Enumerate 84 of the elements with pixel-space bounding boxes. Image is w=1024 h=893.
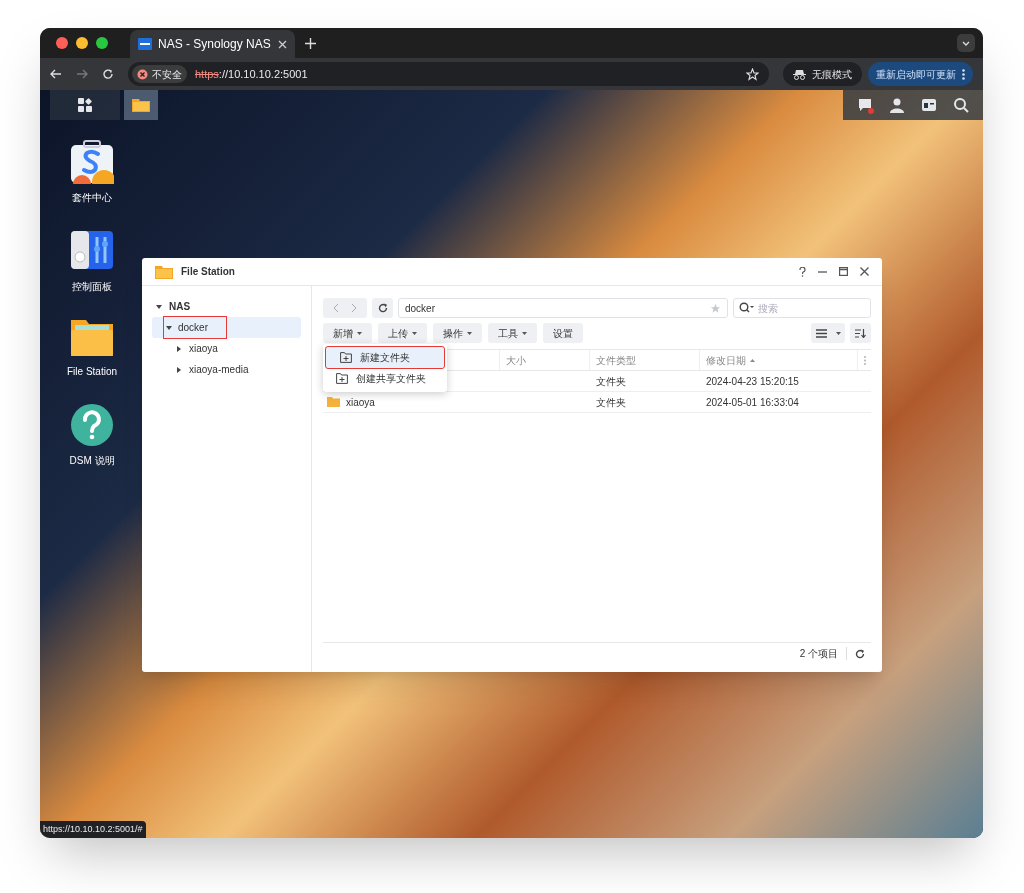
file-type: 文件夹 — [596, 396, 626, 408]
desktop-icon-label[interactable]: DSM 说明 — [69, 453, 115, 468]
path-text: docker — [405, 301, 436, 316]
favicon-icon — [138, 38, 152, 50]
add-folder-icon — [336, 373, 348, 384]
expanded-caret-icon[interactable] — [166, 325, 172, 330]
minimize-window-button[interactable] — [76, 37, 88, 49]
package-center-icon[interactable] — [70, 140, 114, 184]
toolbar-button[interactable]: 工具 — [488, 323, 537, 343]
main-menu-button[interactable] — [50, 90, 120, 120]
caret-icon — [835, 331, 841, 335]
tab-title: NAS - Synology NAS — [158, 36, 272, 53]
desktop-icon-label[interactable]: File Station — [67, 364, 117, 379]
collapsed-caret-icon[interactable] — [177, 366, 181, 373]
list-icon — [815, 328, 827, 338]
security-label: 不安全 — [152, 67, 182, 82]
view-mode-button[interactable] — [811, 323, 845, 343]
search-icon[interactable] — [739, 302, 754, 313]
folder-icon — [132, 98, 150, 112]
warning-icon — [137, 68, 148, 80]
address-bar[interactable]: 不安全 https://10.10.10.2:5001 — [128, 62, 769, 86]
window-title: File Station — [181, 265, 235, 279]
forward-icon[interactable] — [76, 68, 88, 80]
refresh-icon[interactable] — [855, 648, 865, 659]
column-header[interactable]: 文件类型 — [596, 352, 636, 368]
search-icon[interactable] — [953, 97, 969, 113]
column-header[interactable]: 大小 — [506, 352, 526, 368]
status-url-tooltip: https://10.10.10.2:5001/# — [40, 820, 146, 838]
tab-search-button[interactable] — [957, 34, 975, 52]
toolbar-button[interactable]: 上传 — [378, 323, 427, 343]
collapsed-caret-icon[interactable] — [177, 345, 181, 352]
column-header[interactable]: 修改日期 — [706, 352, 746, 368]
folder-icon — [155, 264, 173, 279]
tree-row-highlight[interactable]: docker — [152, 317, 301, 338]
folder-icon[interactable] — [70, 318, 114, 358]
help-icon[interactable] — [799, 266, 806, 277]
desktop-icon-label[interactable]: 套件中心 — [72, 190, 112, 205]
grid-icon — [78, 98, 92, 112]
tree-item[interactable]: xiaoya-media — [187, 362, 251, 377]
folder-icon — [327, 397, 340, 407]
close-window-button[interactable] — [56, 37, 68, 49]
chevron-down-icon — [962, 40, 970, 46]
add-folder-icon — [340, 352, 352, 363]
menu-item[interactable]: 创建共享文件夹 — [326, 368, 444, 389]
url-text: https://10.10.10.2:5001 — [195, 66, 308, 82]
widgets-icon[interactable] — [921, 97, 937, 113]
menu-item[interactable]: 新建文件夹 — [326, 347, 444, 368]
close-tab-icon[interactable] — [278, 39, 287, 49]
item-count: 2 个项目 — [799, 647, 838, 661]
modified-date: 2024-04-23 15:20:15 — [706, 375, 799, 387]
search-field[interactable]: 搜索 — [733, 298, 871, 318]
maximize-window-button[interactable] — [96, 37, 108, 49]
toolbar-button[interactable]: 设置 — [543, 323, 583, 343]
browser-tab[interactable]: NAS - Synology NAS — [130, 30, 295, 58]
more-icon — [962, 68, 965, 80]
chat-icon[interactable] — [857, 97, 873, 113]
sort-button[interactable] — [850, 323, 871, 343]
expanded-caret-icon[interactable] — [156, 304, 162, 309]
file-name[interactable]: xiaoya — [346, 394, 375, 410]
file-type: 文件夹 — [596, 375, 626, 387]
update-button[interactable]: 重新启动即可更新 — [868, 62, 973, 86]
incognito-chip[interactable]: 无痕模式 — [783, 62, 862, 86]
help-icon[interactable] — [70, 403, 114, 447]
reload-icon[interactable] — [102, 68, 114, 80]
refresh-button[interactable] — [372, 298, 393, 318]
tree-item[interactable]: docker — [163, 316, 227, 339]
tree-item[interactable]: xiaoya — [187, 341, 220, 356]
tree-item[interactable]: NAS — [167, 299, 193, 314]
toolbar-button[interactable]: 操作 — [433, 323, 482, 343]
modified-date: 2024-05-01 16:33:04 — [706, 396, 799, 408]
path-field[interactable]: docker — [398, 298, 728, 318]
file-station-taskbar-button[interactable] — [124, 90, 158, 120]
close-icon[interactable] — [860, 267, 869, 276]
new-tab-icon[interactable] — [305, 37, 316, 49]
desktop-icon-label[interactable]: 控制面板 — [72, 279, 112, 294]
refresh-icon — [377, 303, 388, 313]
toolbar-button[interactable]: 新增 — [323, 323, 372, 343]
incognito-icon — [793, 68, 806, 80]
bookmark-star-icon[interactable] — [746, 67, 759, 81]
sort-icon — [855, 328, 866, 338]
security-chip[interactable]: 不安全 — [132, 65, 187, 83]
maximize-icon[interactable] — [839, 267, 848, 276]
star-icon[interactable] — [710, 302, 721, 314]
user-icon[interactable] — [889, 97, 905, 113]
